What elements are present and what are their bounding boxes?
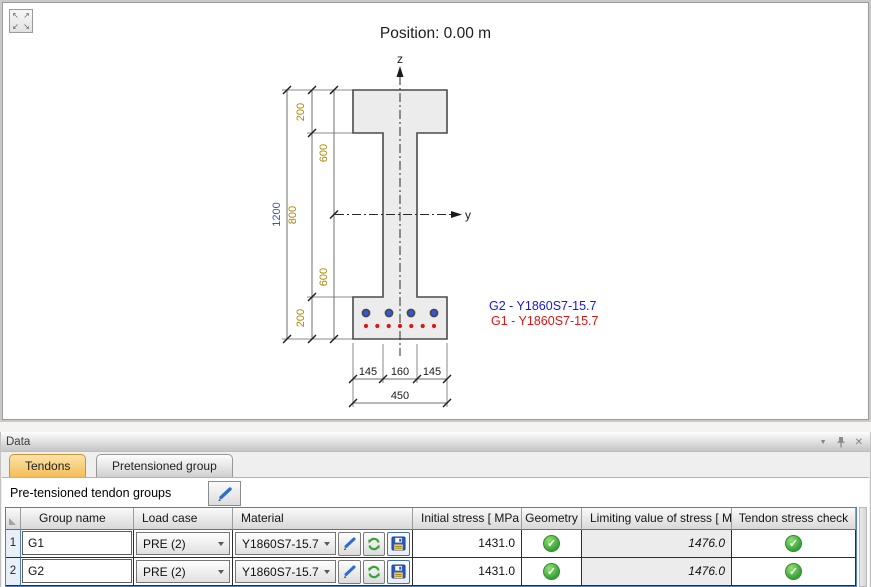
limiting-stress-cell[interactable]: 1476.0 [582,530,732,558]
dim-200-top: 200 [295,103,307,121]
load-case-cell: PRE (2) [134,558,233,586]
stress-check-status-cell: ✓ [732,530,856,558]
col-header-geometry[interactable]: Geometry [522,508,582,530]
row-number[interactable]: 2 [6,558,21,586]
dim-200-bottom: 200 [295,309,307,327]
refresh-icon [366,536,382,552]
dim-600-bottom: 600 [318,268,330,286]
save-material-button[interactable] [387,560,410,584]
col-header-limiting-stress[interactable]: Limiting value of stress [ M [582,508,732,530]
check-ok-icon: ✓ [785,535,802,552]
reload-material-button[interactable] [363,532,386,556]
tab-pretensioned-group[interactable]: Pretensioned group [96,454,233,477]
geometry-status-cell: ✓ [522,530,582,558]
save-icon [391,536,406,551]
table-scrollbar[interactable] [859,507,867,587]
z-axis-label: z [397,52,403,66]
check-ok-icon: ✓ [543,535,560,552]
dock-titlebar: Data ▼ ✕ [1,432,870,452]
edit-groups-button[interactable] [208,481,241,506]
check-ok-icon: ✓ [785,563,802,580]
group-name-cell: G1 [21,530,134,558]
tendon-label-g2: G2 - Y1860S7-15.7 [489,299,597,313]
load-case-value: PRE (2) [143,537,186,551]
chevron-down-icon [324,542,330,546]
material-dropdown[interactable]: Y1860S7-15.7 [235,532,336,555]
dim-160: 160 [391,366,409,378]
table-corner-cell[interactable] [6,508,21,530]
expand-arrow-icon: ↗ [21,10,32,21]
group-name-cell: G2 [21,558,134,586]
pencil-icon [342,536,357,551]
dim-145-left: 145 [359,366,377,378]
load-case-dropdown[interactable]: PRE (2) [136,532,230,555]
dim-800: 800 [287,206,299,224]
tendon-label-g1: G1 - Y1860S7-15.7 [491,314,599,328]
pin-icon[interactable] [836,436,846,449]
col-header-load-case[interactable]: Load case [134,508,233,530]
dock-title: Data [6,432,30,452]
section-view-panel: ↖ ↗ ↙ ↘ Position: 0.00 m [0,0,871,422]
refresh-icon [366,564,382,580]
material-dropdown[interactable]: Y1860S7-15.7 [235,560,336,583]
tendon-groups-table: Group name Load case Material Initial st… [5,507,857,587]
dim-1200: 1200 [271,202,283,226]
chevron-down-icon[interactable]: ▼ [820,439,827,446]
edit-material-button[interactable] [338,532,361,556]
chevron-down-icon [218,570,224,574]
cross-section-drawing: z y 1200 800 200 200 600 600 145 160 145… [2,2,869,420]
material-cell: Y1860S7-15.7 [233,558,413,586]
row-number[interactable]: 1 [6,530,21,558]
dock-content: Pre-tensioned tendon groups Group name L… [2,477,869,587]
limiting-stress-cell[interactable]: 1476.0 [582,558,732,586]
group-name-input[interactable]: G1 [22,531,132,555]
material-value: Y1860S7-15.7 [242,537,319,551]
tab-strip: Tendons Pretensioned group [1,453,870,477]
col-header-material[interactable]: Material [233,508,413,530]
geometry-status-cell: ✓ [522,558,582,586]
close-icon[interactable]: ✕ [855,437,863,448]
col-header-stress-check[interactable]: Tendon stress check [732,508,856,530]
dimension-ticks [283,86,451,407]
data-dock-panel: Data ▼ ✕ Tendons Pretensioned group Pre-… [0,432,871,587]
reload-material-button[interactable] [363,560,386,584]
expand-arrow-icon: ↖ [10,10,21,21]
pretensioned-groups-label: Pre-tensioned tendon groups [10,486,171,500]
save-icon [391,564,406,579]
dim-600-top: 600 [318,144,330,162]
check-ok-icon: ✓ [543,563,560,580]
initial-stress-cell[interactable]: 1431.0 [413,558,522,586]
edit-material-button[interactable] [338,560,361,584]
stress-check-status-cell: ✓ [732,558,856,586]
y-axis-label: y [465,208,471,222]
chevron-down-icon [218,542,224,546]
tab-tendons[interactable]: Tendons [9,454,86,477]
load-case-dropdown[interactable]: PRE (2) [136,560,230,583]
col-header-group-name[interactable]: Group name [21,508,134,530]
material-cell: Y1860S7-15.7 [233,530,413,558]
initial-stress-cell[interactable]: 1431.0 [413,530,522,558]
col-header-initial-stress[interactable]: Initial stress [ MPa [413,508,522,530]
dim-145-right: 145 [423,366,441,378]
save-material-button[interactable] [387,532,410,556]
pencil-icon [216,486,234,502]
pencil-icon [342,564,357,579]
group-name-input[interactable]: G2 [22,559,132,583]
load-case-cell: PRE (2) [134,530,233,558]
chevron-down-icon [324,570,330,574]
position-title: Position: 0.00 m [2,25,869,43]
load-case-value: PRE (2) [143,565,186,579]
material-value: Y1860S7-15.7 [242,565,319,579]
dim-450: 450 [391,390,409,402]
